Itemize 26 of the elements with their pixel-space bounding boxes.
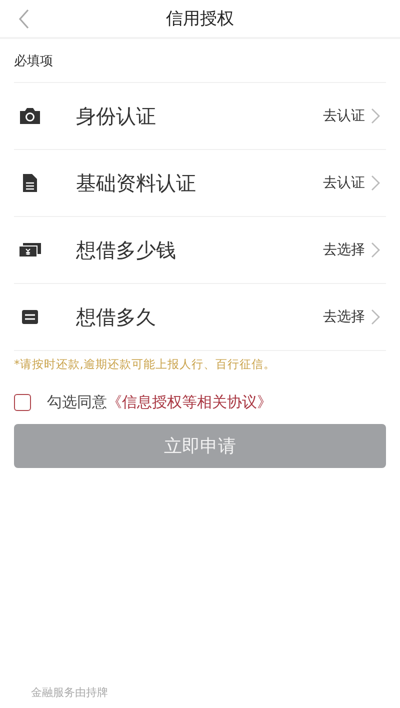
page-title: 信用授权	[166, 8, 234, 30]
camera-icon	[19, 107, 41, 125]
footer-text: 金融服务由持牌	[31, 685, 109, 700]
checkbox[interactable]	[14, 394, 31, 411]
item-label: 想借多久	[76, 304, 157, 330]
item-action: 去选择	[323, 308, 365, 326]
item-action: 去认证	[323, 174, 365, 192]
item-label: 基础资料认证	[76, 170, 197, 196]
item-action: 去认证	[323, 107, 365, 125]
item-label: 身份认证	[76, 102, 157, 130]
section-title: 必填项	[14, 39, 386, 83]
item-label: 想借多少钱	[76, 236, 177, 264]
chevron-icon	[371, 242, 380, 258]
chevron-icon	[371, 108, 380, 124]
chevron-icon	[371, 175, 380, 191]
list-item[interactable]: 基础资料认证 去认证	[14, 150, 386, 217]
list-item[interactable]: 想借多久 去选择	[14, 284, 386, 351]
agreement-text: 勾选同意	[47, 393, 107, 412]
item-action: 去选择	[323, 241, 365, 259]
list-item[interactable]: 想借多少钱 去选择	[14, 217, 386, 284]
list-icon	[19, 310, 41, 324]
chevron-icon	[371, 309, 380, 325]
list-item[interactable]: 身份认证 去认证	[14, 83, 386, 150]
agreement-link[interactable]: 《信息授权等相关协议》	[107, 393, 272, 412]
notice-text: *请按时还款,逾期还款可能上报人行、百行征信。	[14, 357, 276, 372]
banknote-icon	[19, 243, 41, 257]
